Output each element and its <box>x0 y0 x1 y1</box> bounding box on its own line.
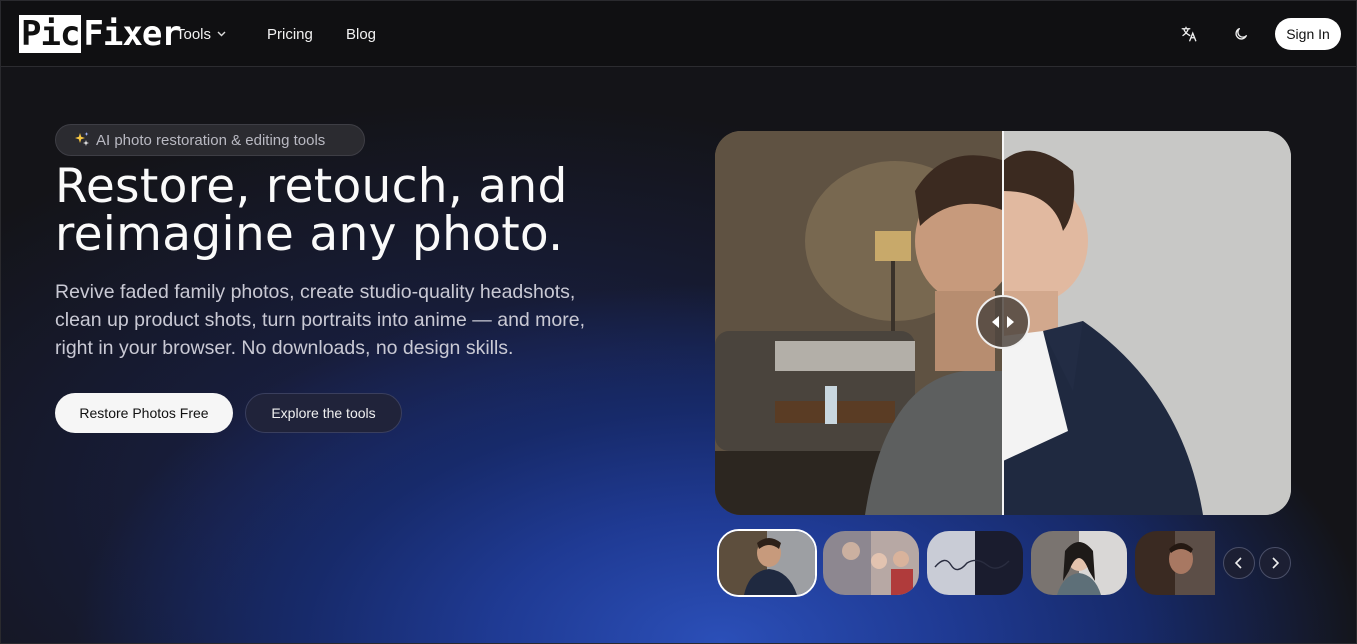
hero-title-line-1: Restore, retouch, and <box>55 159 568 214</box>
page: Pic Fixer Tools Pricing Blog Sign In AI … <box>0 0 1357 644</box>
nav-pricing[interactable]: Pricing <box>267 23 313 45</box>
logo-part-fixer: Fixer <box>83 14 181 54</box>
after-image <box>978 131 1291 515</box>
restore-photos-button[interactable]: Restore Photos Free <box>55 393 233 433</box>
translate-icon[interactable] <box>1178 23 1200 45</box>
carousel-prev-button[interactable] <box>1223 547 1255 579</box>
thumb-headshot[interactable] <box>717 529 817 597</box>
chevron-left-icon <box>1234 557 1242 569</box>
moon-icon[interactable] <box>1230 23 1252 45</box>
explore-tools-button[interactable]: Explore the tools <box>245 393 402 433</box>
chevron-right-icon <box>1272 557 1280 569</box>
nav-blog[interactable]: Blog <box>346 23 376 45</box>
top-nav: Pic Fixer Tools Pricing Blog Sign In <box>1 1 1356 67</box>
thumb-family-photo[interactable] <box>823 531 919 595</box>
nav-tools-label: Tools <box>176 25 212 43</box>
hero-subtitle-line-2: clean up product shots, turn portraits i… <box>55 309 586 331</box>
badge-text: AI photo restoration & editing tools <box>96 131 326 149</box>
hero-subtitle-line-3: right in your browser. No downloads, no … <box>55 337 514 359</box>
hero-subtitle: Revive faded family photos, create studi… <box>55 278 655 362</box>
thumb-family-figure <box>842 542 913 595</box>
hero-badge: AI photo restoration & editing tools <box>55 124 365 156</box>
thumb-woman-figure <box>1057 542 1101 595</box>
sign-in-button[interactable]: Sign In <box>1275 18 1341 50</box>
comparison-viewer[interactable] <box>715 131 1291 515</box>
logo-part-pic: Pic <box>19 14 82 54</box>
thumb-signature[interactable] <box>927 531 1023 595</box>
hero-title-line-2: reimagine any photo. <box>55 207 564 262</box>
carousel-next-button[interactable] <box>1259 547 1291 579</box>
before-image <box>715 131 1015 515</box>
hero-subtitle-line-1: Revive faded family photos, create studi… <box>55 281 576 303</box>
chevron-down-icon <box>217 29 226 39</box>
logo[interactable]: Pic Fixer <box>19 14 182 54</box>
compare-arrows-icon[interactable] <box>976 295 1030 349</box>
thumb-man-figure <box>1169 543 1193 574</box>
sparkles-icon <box>74 131 90 150</box>
hero-title: Restore, retouch, and reimagine any phot… <box>55 163 675 259</box>
thumb-signature-figure <box>934 559 1010 571</box>
thumb-headshot-figure <box>744 538 797 595</box>
nav-tools[interactable]: Tools <box>176 23 226 45</box>
thumb-portrait-woman[interactable] <box>1031 531 1127 595</box>
thumb-portrait-man[interactable] <box>1135 531 1215 595</box>
